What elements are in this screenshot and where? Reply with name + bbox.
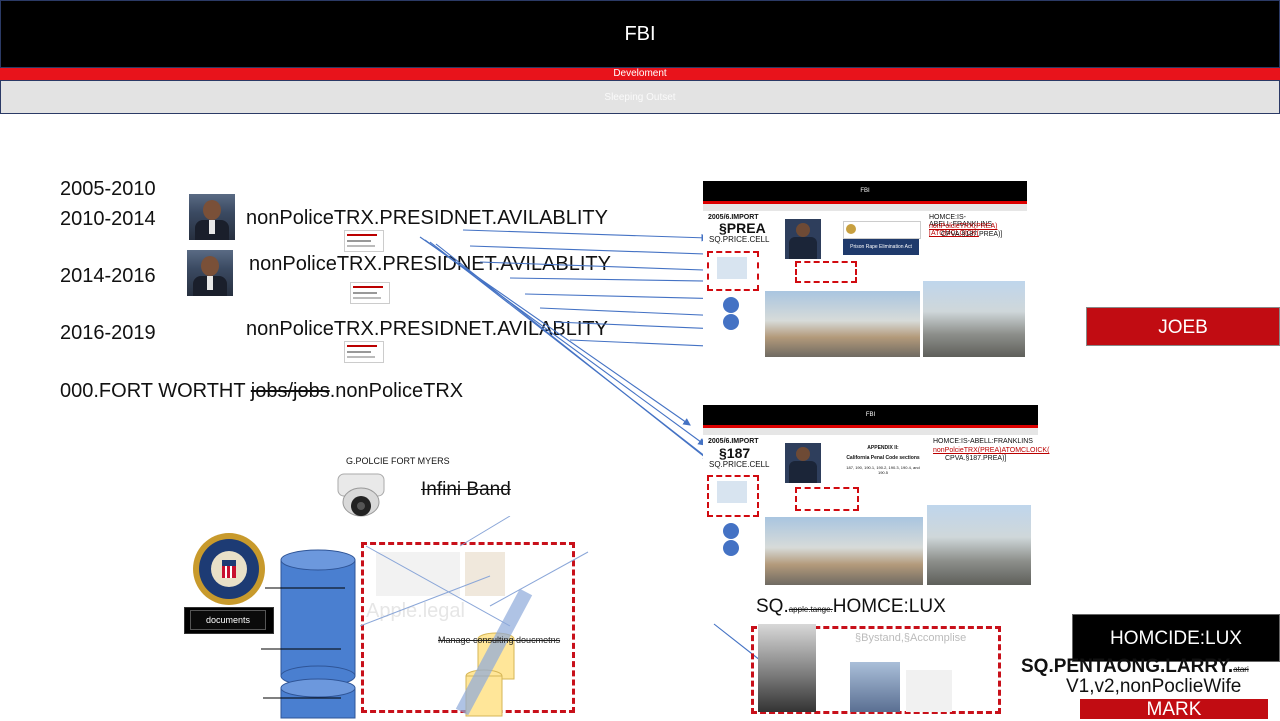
appendix-title: APPENDIX II: bbox=[867, 445, 899, 451]
faded-photo bbox=[850, 662, 900, 712]
dashed-highlight bbox=[795, 261, 857, 283]
overlay-lines bbox=[360, 516, 589, 717]
v-line-label: V1,v2,nonPoclieWife bbox=[1066, 676, 1242, 697]
mark-button[interactable]: MARK bbox=[1079, 698, 1269, 720]
sq-homce-label: SQ.apple.tange.HOMCE:LUX bbox=[756, 596, 946, 618]
homcide-lux-button[interactable]: HOMCIDE:LUX bbox=[1072, 614, 1280, 662]
slide-right-link2: CPVA.§187.PREA)] bbox=[941, 231, 1003, 238]
database-cylinders bbox=[261, 549, 356, 719]
database-icon bbox=[280, 549, 356, 687]
pentagon-main: SQ.PENTAONG.LARRY. bbox=[1021, 656, 1234, 677]
prea-banner: Prison Rape Elimination Act bbox=[843, 239, 919, 255]
officer-photo bbox=[785, 219, 821, 259]
appendix-sub: California Penal Code sections bbox=[846, 455, 920, 461]
street-photo bbox=[765, 291, 920, 357]
arrow-line bbox=[469, 245, 737, 259]
slide-title: FBI bbox=[703, 181, 1027, 201]
blue-dot bbox=[723, 523, 739, 539]
bystand-text: §Bystand,§Accomplise bbox=[855, 632, 967, 644]
joeb-button[interactable]: JOEB bbox=[1086, 307, 1280, 346]
street-photo bbox=[927, 505, 1031, 585]
map-thumb bbox=[717, 481, 747, 503]
slide-thumbnail-top: FBI 2005/6.IMPORT §PREA SQ.PRICE.CELL Pr… bbox=[703, 181, 1027, 357]
officer-photo bbox=[785, 443, 821, 483]
camera-label: G.POLCIE FORT MYERS bbox=[346, 456, 450, 466]
blue-dot bbox=[723, 314, 739, 330]
sq-small: apple.tange. bbox=[788, 605, 833, 614]
slide-right-link: nonPolcieTRX(PREA)ATOMCLOICK( bbox=[933, 447, 1050, 454]
slide-grey-strip bbox=[703, 428, 1038, 435]
sq-suffix: HOMCE:LUX bbox=[832, 596, 946, 617]
street-photo bbox=[923, 281, 1025, 357]
manage-consulting-text: Manage consulting doucmetns bbox=[438, 635, 561, 645]
blue-dot bbox=[723, 540, 739, 556]
slide-thumbnail-bottom: FBI 2005/6.IMPORT §187 SQ.PRICE.CELL APP… bbox=[703, 405, 1049, 585]
bw-photo bbox=[758, 624, 816, 712]
arrow-line bbox=[435, 243, 741, 486]
slide-code: §PREA bbox=[719, 220, 766, 236]
street-photo bbox=[765, 517, 923, 585]
appendix-numbers: 187, 190, 190.1, 190.2, 190.3, 190.4, an… bbox=[846, 465, 920, 475]
slide-sub: SQ.PRICE.CELL bbox=[709, 235, 770, 244]
doj-banner bbox=[843, 221, 921, 239]
slide-code: §187 bbox=[719, 445, 751, 461]
infini-band-label: Infini Band bbox=[421, 479, 511, 500]
pentagon-label: SQ.PENTAONG.LARRY.atari bbox=[1021, 656, 1249, 678]
sq-prefix: SQ. bbox=[756, 596, 789, 617]
slide-grey-strip bbox=[703, 204, 1027, 211]
slide-title: FBI bbox=[703, 405, 1038, 425]
dashed-highlight bbox=[795, 487, 859, 511]
pentagon-small: atari bbox=[1233, 665, 1249, 674]
arrow-line bbox=[462, 229, 710, 242]
blue-dot bbox=[723, 297, 739, 313]
slide-right-title: HOMCE:IS-ABELL:FRANKLINS bbox=[933, 438, 1033, 445]
slide-code-prefix: 2005/6.IMPORT bbox=[708, 438, 759, 445]
faded-photo bbox=[906, 670, 952, 712]
slide-right-link2: CPVA.§187.PREA)] bbox=[945, 455, 1007, 462]
map-thumb bbox=[717, 257, 747, 279]
slide-sub: SQ.PRICE.CELL bbox=[709, 460, 770, 469]
